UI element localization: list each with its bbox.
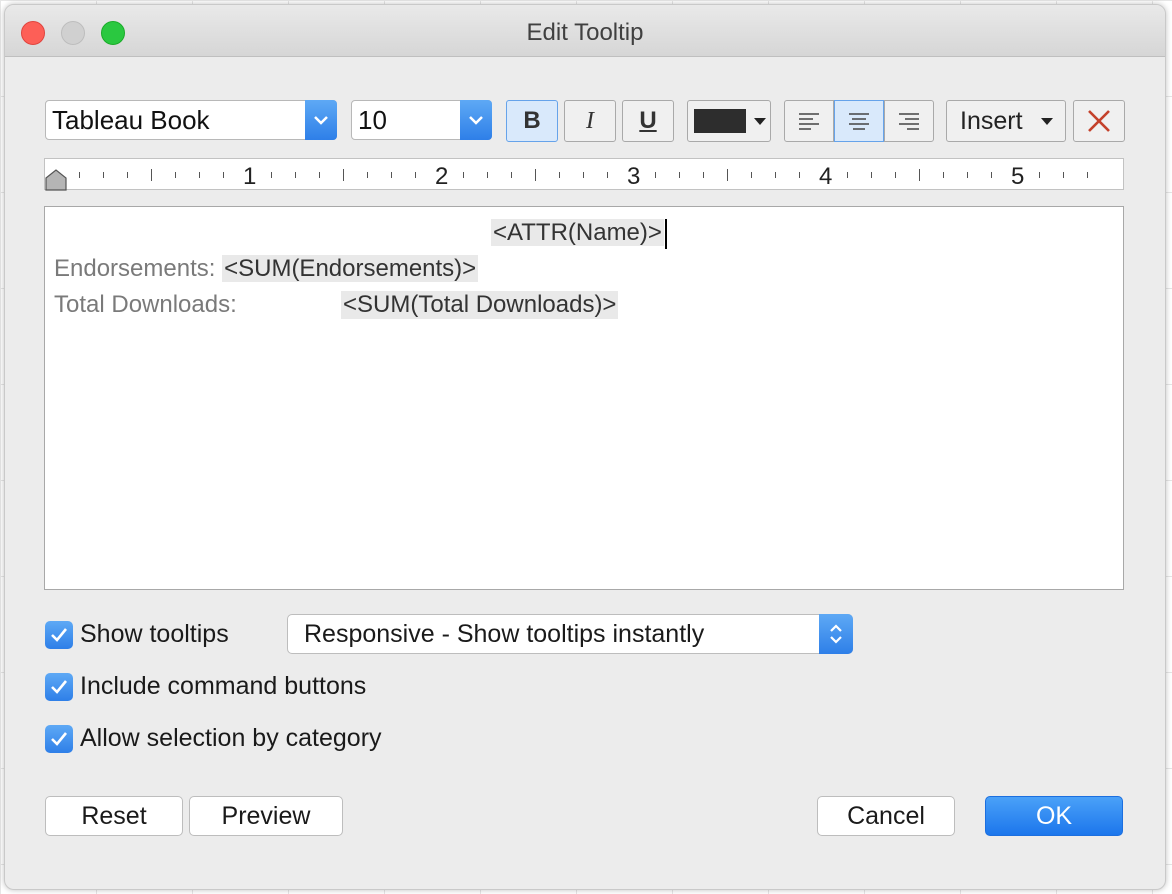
ruler-tick — [679, 172, 680, 178]
ruler-tick — [511, 172, 512, 178]
italic-icon: I — [586, 107, 594, 134]
align-left-icon — [799, 113, 819, 130]
font-family-value: Tableau Book — [52, 105, 210, 135]
field-token-name[interactable]: <ATTR(Name)> — [491, 219, 664, 247]
ruler-tick — [703, 172, 704, 178]
red-x-icon — [1088, 110, 1110, 132]
bold-icon: B — [523, 107, 541, 134]
ok-button[interactable]: OK — [985, 796, 1123, 836]
ruler-tick — [535, 169, 536, 181]
insert-menu-button[interactable]: Insert — [946, 100, 1066, 142]
ruler-label: 4 — [819, 163, 833, 190]
ruler-tick — [415, 172, 416, 178]
ruler-tick — [895, 172, 896, 178]
text-caret — [664, 219, 667, 249]
ruler: 1 2 3 4 5 — [44, 158, 1124, 191]
indent-marker-icon[interactable] — [45, 169, 67, 191]
ruler-tick — [127, 172, 128, 178]
ruler-tick — [103, 172, 104, 178]
ruler-tick — [1087, 172, 1088, 178]
show-tooltips-label[interactable]: Show tooltips — [80, 620, 229, 649]
ruler-tick — [751, 172, 752, 178]
checkmark-icon — [51, 628, 68, 642]
chevron-down-icon[interactable] — [460, 100, 492, 140]
color-swatch — [694, 109, 746, 133]
ruler-tick — [727, 169, 728, 181]
ruler-tick — [1039, 172, 1040, 178]
ruler-tick — [1063, 172, 1064, 178]
align-center-button[interactable] — [834, 100, 884, 142]
checkmark-icon — [51, 732, 68, 746]
editor-line-title[interactable]: <ATTR(Name)> — [491, 219, 667, 249]
allow-selection-checkbox[interactable] — [45, 725, 73, 753]
ruler-tick — [271, 172, 272, 178]
ruler-tick — [343, 169, 344, 181]
underline-button[interactable]: U — [622, 100, 674, 142]
caret-down-icon — [1041, 118, 1053, 125]
endorsements-label: Endorsements: — [54, 255, 216, 282]
ruler-tick — [463, 172, 464, 178]
font-size-value: 10 — [358, 105, 387, 135]
italic-button[interactable]: I — [564, 100, 616, 142]
ruler-tick — [79, 172, 80, 178]
window-title: Edit Tooltip — [526, 19, 644, 46]
ruler-label: 3 — [627, 163, 641, 190]
ruler-tick — [295, 172, 296, 178]
checkmark-icon — [51, 680, 68, 694]
caret-down-icon — [754, 118, 766, 125]
ruler-label: 5 — [1011, 163, 1025, 190]
bold-button[interactable]: B — [506, 100, 558, 142]
ruler-tick — [799, 172, 800, 178]
include-command-buttons-checkbox[interactable] — [45, 673, 73, 701]
preview-button[interactable]: Preview — [189, 796, 343, 836]
ruler-tick — [559, 172, 560, 178]
ruler-tick — [967, 172, 968, 178]
ruler-tick — [487, 172, 488, 178]
clear-formatting-button[interactable] — [1073, 100, 1125, 142]
ruler-tick — [151, 169, 152, 181]
ruler-label: 1 — [243, 163, 257, 190]
ruler-tick — [847, 172, 848, 178]
font-family-select[interactable]: Tableau Book — [45, 100, 337, 140]
font-size-select[interactable]: 10 — [351, 100, 492, 140]
ruler-tick — [391, 172, 392, 178]
ruler-tick — [367, 172, 368, 178]
ruler-tick — [223, 172, 224, 178]
tooltip-mode-select[interactable]: Responsive - Show tooltips instantly — [287, 614, 853, 654]
ruler-label: 2 — [435, 163, 449, 190]
align-right-button[interactable] — [884, 100, 934, 142]
title-bar: Edit Tooltip — [5, 5, 1165, 57]
chevron-down-icon[interactable] — [305, 100, 337, 140]
ruler-tick — [583, 172, 584, 178]
ruler-tick — [775, 172, 776, 178]
tooltip-editor[interactable]: <ATTR(Name)> Endorsements: <SUM(Endorsem… — [44, 206, 1124, 590]
ruler-tick — [991, 172, 992, 178]
reset-button[interactable]: Reset — [45, 796, 183, 836]
include-command-buttons-label[interactable]: Include command buttons — [80, 672, 366, 701]
cancel-button[interactable]: Cancel — [817, 796, 955, 836]
ruler-tick — [199, 172, 200, 178]
show-tooltips-checkbox[interactable] — [45, 621, 73, 649]
ruler-tick — [319, 172, 320, 178]
field-token-endorsements[interactable]: <SUM(Endorsements)> — [222, 255, 479, 282]
ruler-tick — [175, 172, 176, 178]
insert-label: Insert — [960, 107, 1023, 135]
align-left-button[interactable] — [784, 100, 834, 142]
ruler-tick — [943, 172, 944, 178]
ruler-tick — [607, 172, 608, 178]
field-token-downloads[interactable]: <SUM(Total Downloads)> — [341, 291, 619, 319]
align-right-icon — [899, 113, 919, 130]
text-color-button[interactable] — [687, 100, 771, 142]
ruler-tick — [655, 172, 656, 178]
ruler-tick — [871, 172, 872, 178]
downloads-label: Total Downloads: — [54, 291, 237, 318]
align-center-icon — [849, 113, 869, 130]
underline-icon: U — [639, 107, 657, 134]
editor-line-downloads[interactable]: Total Downloads: <SUM(Total Downloads)> — [54, 291, 619, 319]
editor-line-endorsements[interactable]: Endorsements: <SUM(Endorsements)> — [54, 255, 479, 283]
ruler-tick — [919, 169, 920, 181]
updown-chevron-icon[interactable] — [819, 614, 853, 654]
allow-selection-label[interactable]: Allow selection by category — [80, 724, 382, 753]
tooltip-mode-value: Responsive - Show tooltips instantly — [304, 620, 705, 648]
